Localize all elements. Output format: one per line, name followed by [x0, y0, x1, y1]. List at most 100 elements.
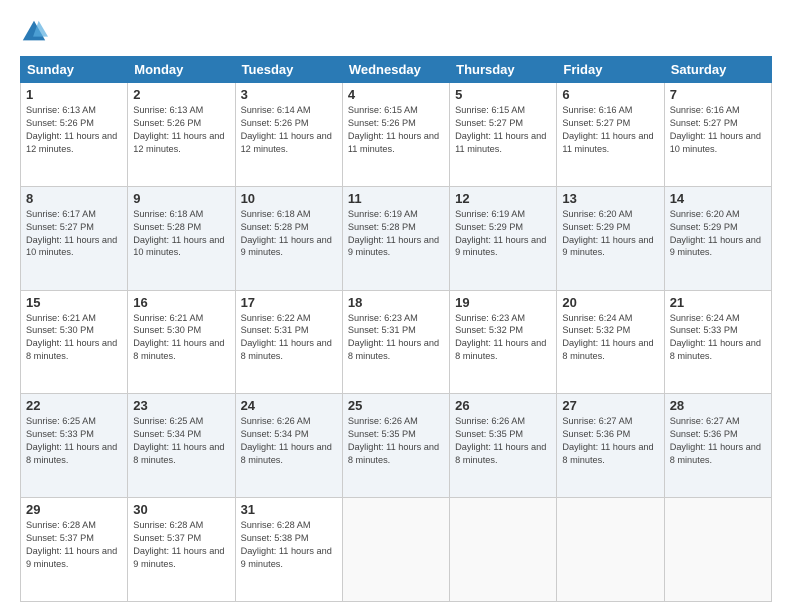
- calendar-day-cell: 10 Sunrise: 6:18 AMSunset: 5:28 PMDaylig…: [235, 186, 342, 290]
- calendar-week-row: 8 Sunrise: 6:17 AMSunset: 5:27 PMDayligh…: [21, 186, 772, 290]
- calendar-col-header: Friday: [557, 57, 664, 83]
- day-number: 4: [348, 87, 444, 102]
- day-number: 1: [26, 87, 122, 102]
- day-number: 27: [562, 398, 658, 413]
- calendar-week-row: 29 Sunrise: 6:28 AMSunset: 5:37 PMDaylig…: [21, 498, 772, 602]
- day-number: 7: [670, 87, 766, 102]
- day-number: 25: [348, 398, 444, 413]
- calendar-col-header: Monday: [128, 57, 235, 83]
- calendar-day-cell: 5 Sunrise: 6:15 AMSunset: 5:27 PMDayligh…: [450, 83, 557, 187]
- day-info: Sunrise: 6:28 AMSunset: 5:38 PMDaylight:…: [241, 520, 332, 569]
- day-info: Sunrise: 6:25 AMSunset: 5:34 PMDaylight:…: [133, 416, 224, 465]
- day-info: Sunrise: 6:20 AMSunset: 5:29 PMDaylight:…: [670, 209, 761, 258]
- day-number: 9: [133, 191, 229, 206]
- day-info: Sunrise: 6:22 AMSunset: 5:31 PMDaylight:…: [241, 313, 332, 362]
- calendar-day-cell: 2 Sunrise: 6:13 AMSunset: 5:26 PMDayligh…: [128, 83, 235, 187]
- day-info: Sunrise: 6:26 AMSunset: 5:35 PMDaylight:…: [455, 416, 546, 465]
- day-number: 13: [562, 191, 658, 206]
- calendar-day-cell: 9 Sunrise: 6:18 AMSunset: 5:28 PMDayligh…: [128, 186, 235, 290]
- day-number: 31: [241, 502, 337, 517]
- day-number: 20: [562, 295, 658, 310]
- calendar-col-header: Sunday: [21, 57, 128, 83]
- calendar-day-cell: 1 Sunrise: 6:13 AMSunset: 5:26 PMDayligh…: [21, 83, 128, 187]
- day-info: Sunrise: 6:21 AMSunset: 5:30 PMDaylight:…: [26, 313, 117, 362]
- calendar-col-header: Wednesday: [342, 57, 449, 83]
- day-number: 18: [348, 295, 444, 310]
- day-number: 24: [241, 398, 337, 413]
- day-number: 22: [26, 398, 122, 413]
- day-info: Sunrise: 6:13 AMSunset: 5:26 PMDaylight:…: [133, 105, 224, 154]
- calendar-day-cell: [664, 498, 771, 602]
- day-info: Sunrise: 6:20 AMSunset: 5:29 PMDaylight:…: [562, 209, 653, 258]
- page: SundayMondayTuesdayWednesdayThursdayFrid…: [0, 0, 792, 612]
- day-info: Sunrise: 6:24 AMSunset: 5:33 PMDaylight:…: [670, 313, 761, 362]
- day-number: 23: [133, 398, 229, 413]
- calendar-day-cell: 23 Sunrise: 6:25 AMSunset: 5:34 PMDaylig…: [128, 394, 235, 498]
- calendar-day-cell: 4 Sunrise: 6:15 AMSunset: 5:26 PMDayligh…: [342, 83, 449, 187]
- day-info: Sunrise: 6:14 AMSunset: 5:26 PMDaylight:…: [241, 105, 332, 154]
- day-info: Sunrise: 6:13 AMSunset: 5:26 PMDaylight:…: [26, 105, 117, 154]
- day-info: Sunrise: 6:15 AMSunset: 5:27 PMDaylight:…: [455, 105, 546, 154]
- day-number: 14: [670, 191, 766, 206]
- day-info: Sunrise: 6:23 AMSunset: 5:31 PMDaylight:…: [348, 313, 439, 362]
- day-info: Sunrise: 6:18 AMSunset: 5:28 PMDaylight:…: [133, 209, 224, 258]
- day-number: 30: [133, 502, 229, 517]
- calendar-day-cell: [342, 498, 449, 602]
- day-number: 28: [670, 398, 766, 413]
- calendar-day-cell: 18 Sunrise: 6:23 AMSunset: 5:31 PMDaylig…: [342, 290, 449, 394]
- calendar-day-cell: 15 Sunrise: 6:21 AMSunset: 5:30 PMDaylig…: [21, 290, 128, 394]
- day-number: 26: [455, 398, 551, 413]
- calendar-day-cell: 3 Sunrise: 6:14 AMSunset: 5:26 PMDayligh…: [235, 83, 342, 187]
- day-info: Sunrise: 6:21 AMSunset: 5:30 PMDaylight:…: [133, 313, 224, 362]
- day-info: Sunrise: 6:16 AMSunset: 5:27 PMDaylight:…: [670, 105, 761, 154]
- calendar-week-row: 22 Sunrise: 6:25 AMSunset: 5:33 PMDaylig…: [21, 394, 772, 498]
- calendar-col-header: Saturday: [664, 57, 771, 83]
- day-number: 16: [133, 295, 229, 310]
- calendar-day-cell: 16 Sunrise: 6:21 AMSunset: 5:30 PMDaylig…: [128, 290, 235, 394]
- day-info: Sunrise: 6:19 AMSunset: 5:28 PMDaylight:…: [348, 209, 439, 258]
- calendar-day-cell: 14 Sunrise: 6:20 AMSunset: 5:29 PMDaylig…: [664, 186, 771, 290]
- calendar-day-cell: 29 Sunrise: 6:28 AMSunset: 5:37 PMDaylig…: [21, 498, 128, 602]
- day-number: 3: [241, 87, 337, 102]
- calendar-day-cell: 25 Sunrise: 6:26 AMSunset: 5:35 PMDaylig…: [342, 394, 449, 498]
- calendar-day-cell: 28 Sunrise: 6:27 AMSunset: 5:36 PMDaylig…: [664, 394, 771, 498]
- calendar-week-row: 1 Sunrise: 6:13 AMSunset: 5:26 PMDayligh…: [21, 83, 772, 187]
- day-info: Sunrise: 6:15 AMSunset: 5:26 PMDaylight:…: [348, 105, 439, 154]
- calendar-day-cell: 27 Sunrise: 6:27 AMSunset: 5:36 PMDaylig…: [557, 394, 664, 498]
- calendar-day-cell: 11 Sunrise: 6:19 AMSunset: 5:28 PMDaylig…: [342, 186, 449, 290]
- day-info: Sunrise: 6:27 AMSunset: 5:36 PMDaylight:…: [562, 416, 653, 465]
- day-info: Sunrise: 6:28 AMSunset: 5:37 PMDaylight:…: [133, 520, 224, 569]
- day-number: 2: [133, 87, 229, 102]
- day-info: Sunrise: 6:18 AMSunset: 5:28 PMDaylight:…: [241, 209, 332, 258]
- day-info: Sunrise: 6:19 AMSunset: 5:29 PMDaylight:…: [455, 209, 546, 258]
- day-info: Sunrise: 6:26 AMSunset: 5:35 PMDaylight:…: [348, 416, 439, 465]
- day-info: Sunrise: 6:28 AMSunset: 5:37 PMDaylight:…: [26, 520, 117, 569]
- day-number: 5: [455, 87, 551, 102]
- day-number: 29: [26, 502, 122, 517]
- calendar-day-cell: 31 Sunrise: 6:28 AMSunset: 5:38 PMDaylig…: [235, 498, 342, 602]
- calendar-day-cell: 30 Sunrise: 6:28 AMSunset: 5:37 PMDaylig…: [128, 498, 235, 602]
- calendar-day-cell: 26 Sunrise: 6:26 AMSunset: 5:35 PMDaylig…: [450, 394, 557, 498]
- calendar-day-cell: 21 Sunrise: 6:24 AMSunset: 5:33 PMDaylig…: [664, 290, 771, 394]
- calendar-day-cell: 12 Sunrise: 6:19 AMSunset: 5:29 PMDaylig…: [450, 186, 557, 290]
- day-info: Sunrise: 6:27 AMSunset: 5:36 PMDaylight:…: [670, 416, 761, 465]
- calendar-day-cell: 7 Sunrise: 6:16 AMSunset: 5:27 PMDayligh…: [664, 83, 771, 187]
- calendar-day-cell: 17 Sunrise: 6:22 AMSunset: 5:31 PMDaylig…: [235, 290, 342, 394]
- calendar-col-header: Tuesday: [235, 57, 342, 83]
- day-number: 19: [455, 295, 551, 310]
- day-info: Sunrise: 6:23 AMSunset: 5:32 PMDaylight:…: [455, 313, 546, 362]
- day-info: Sunrise: 6:26 AMSunset: 5:34 PMDaylight:…: [241, 416, 332, 465]
- logo-icon: [20, 18, 48, 46]
- day-number: 6: [562, 87, 658, 102]
- logo: [20, 18, 52, 46]
- day-number: 15: [26, 295, 122, 310]
- day-info: Sunrise: 6:25 AMSunset: 5:33 PMDaylight:…: [26, 416, 117, 465]
- calendar-day-cell: 8 Sunrise: 6:17 AMSunset: 5:27 PMDayligh…: [21, 186, 128, 290]
- day-number: 8: [26, 191, 122, 206]
- day-number: 11: [348, 191, 444, 206]
- calendar-day-cell: [557, 498, 664, 602]
- day-number: 17: [241, 295, 337, 310]
- calendar-header-row: SundayMondayTuesdayWednesdayThursdayFrid…: [21, 57, 772, 83]
- day-info: Sunrise: 6:17 AMSunset: 5:27 PMDaylight:…: [26, 209, 117, 258]
- calendar-day-cell: 22 Sunrise: 6:25 AMSunset: 5:33 PMDaylig…: [21, 394, 128, 498]
